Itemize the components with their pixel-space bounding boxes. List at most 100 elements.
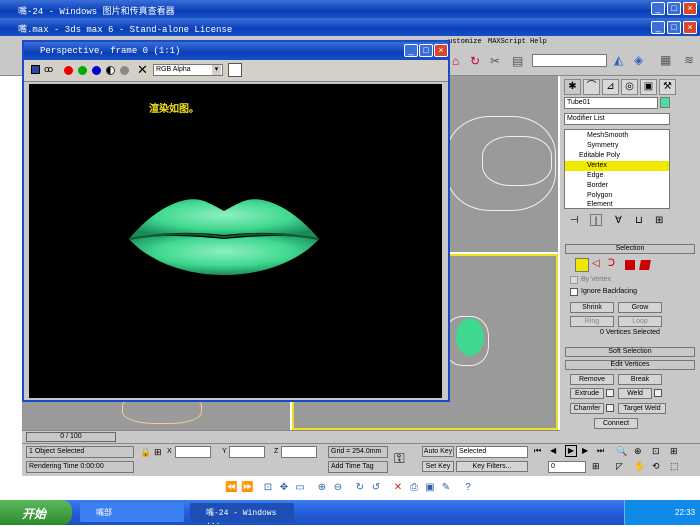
maximize-viewport-icon[interactable]: ⬚: [670, 461, 679, 472]
ignore-backfacing-checkbox[interactable]: [570, 288, 578, 296]
connect-button[interactable]: Connect: [594, 418, 638, 429]
minimize-button[interactable]: _: [651, 2, 665, 15]
stack-item-editable-poly[interactable]: Editable Poly: [579, 152, 620, 159]
chevron-down-icon[interactable]: ▾: [212, 65, 221, 75]
border-mode-icon[interactable]: Ↄ: [608, 258, 615, 269]
red-channel-icon[interactable]: [64, 66, 73, 75]
go-to-end-icon[interactable]: ⏭: [597, 446, 604, 456]
mono-icon[interactable]: [120, 66, 129, 75]
previous-frame-icon[interactable]: ◀: [550, 446, 556, 455]
layer-icon[interactable]: ▦: [660, 53, 674, 67]
task-image-viewer[interactable]: 嘴-24 - Windows ...: [190, 503, 294, 527]
rotate-ccw-icon[interactable]: ↺: [370, 482, 382, 494]
chamfer-settings-icon[interactable]: [606, 404, 614, 412]
orbit-icon[interactable]: ⟲: [652, 461, 660, 472]
object-color-swatch[interactable]: [660, 97, 670, 108]
target-weld-button[interactable]: Target Weld: [618, 403, 666, 414]
show-end-result-icon[interactable]: |: [590, 214, 602, 226]
y-coord-field[interactable]: [229, 446, 265, 458]
loop-button[interactable]: Loop: [618, 316, 662, 327]
link-icon[interactable]: ⌂: [452, 54, 466, 68]
previous-image-icon[interactable]: ⏪: [225, 482, 237, 494]
align-icon[interactable]: ◈: [634, 53, 648, 67]
selection-set-dropdown[interactable]: [532, 54, 607, 67]
edit-icon[interactable]: ✎: [440, 482, 452, 494]
current-frame-field[interactable]: 0: [548, 461, 586, 473]
color-swatch[interactable]: [228, 63, 242, 77]
render-close-button[interactable]: ×: [434, 44, 448, 57]
next-image-icon[interactable]: ⏩: [241, 482, 253, 494]
stack-item-element[interactable]: Element: [587, 201, 613, 208]
z-coord-field[interactable]: [281, 446, 317, 458]
bind-icon[interactable]: ↻: [470, 54, 484, 68]
zoom-extents-icon[interactable]: ⊡: [652, 446, 660, 457]
zoom-extents-all-icon[interactable]: ⊞: [670, 446, 678, 457]
remove-button[interactable]: Remove: [570, 374, 614, 385]
max-close-button[interactable]: ×: [683, 21, 697, 34]
selection-rollout-header[interactable]: Selection: [565, 244, 695, 254]
best-fit-icon[interactable]: ⊡: [262, 482, 274, 494]
zoom-in-icon[interactable]: ⊕: [316, 482, 328, 494]
zoom-out-icon[interactable]: ⊖: [332, 482, 344, 494]
absolute-mode-icon[interactable]: ⊞: [154, 447, 162, 458]
clear-icon[interactable]: ✕: [137, 62, 148, 78]
soft-selection-rollout-header[interactable]: Soft Selection: [565, 347, 695, 357]
weld-button[interactable]: Weld: [618, 388, 652, 399]
stack-item-border[interactable]: Border: [587, 182, 608, 189]
utilities-tab-icon[interactable]: ⚒: [659, 79, 676, 95]
pan-icon[interactable]: ✋: [634, 461, 645, 472]
blue-channel-icon[interactable]: [92, 66, 101, 75]
extrude-settings-icon[interactable]: [606, 389, 614, 397]
print-icon[interactable]: ⎙: [408, 482, 420, 494]
task-folder[interactable]: 嘴部: [80, 503, 184, 522]
key-icon[interactable]: ⚿: [394, 450, 405, 467]
by-vertex-checkbox[interactable]: [570, 276, 578, 284]
weld-settings-icon[interactable]: [654, 389, 662, 397]
slideshow-icon[interactable]: ▭: [294, 482, 306, 494]
remove-modifier-icon[interactable]: ⊔: [635, 215, 643, 226]
start-button[interactable]: 开始: [0, 500, 72, 525]
polygon-mode-icon[interactable]: [625, 260, 635, 270]
save-icon[interactable]: ▣: [424, 482, 436, 494]
stack-item-polygon[interactable]: Polygon: [587, 192, 612, 199]
help-icon[interactable]: ?: [462, 482, 474, 494]
max-maximize-button[interactable]: □: [667, 21, 681, 34]
curve-editor-icon[interactable]: ≋: [684, 53, 698, 67]
break-button[interactable]: Break: [618, 374, 662, 385]
stack-item-symmetry[interactable]: Symmetry: [587, 142, 619, 149]
select-icon[interactable]: ▤: [512, 54, 526, 68]
x-coord-field[interactable]: [175, 446, 211, 458]
edit-vertices-rollout-header[interactable]: Edit Vertices: [565, 360, 695, 370]
rotate-cw-icon[interactable]: ↻: [354, 482, 366, 494]
stack-item-edge[interactable]: Edge: [587, 172, 603, 179]
render-maximize-button[interactable]: □: [419, 44, 433, 57]
vertex-mode-icon[interactable]: [575, 258, 589, 272]
filter-icon[interactable]: ✂: [490, 54, 504, 68]
set-key-button[interactable]: Set Key: [422, 461, 454, 472]
grow-button[interactable]: Grow: [618, 302, 662, 313]
element-mode-icon[interactable]: [639, 260, 651, 270]
edge-mode-icon[interactable]: ◁: [592, 258, 600, 269]
save-bitmap-icon[interactable]: [31, 65, 40, 74]
pin-stack-icon[interactable]: ⊣: [570, 215, 579, 226]
fov-icon[interactable]: ◸: [616, 461, 623, 472]
delete-icon[interactable]: ✕: [392, 482, 404, 494]
menu-help[interactable]: Help: [530, 38, 547, 46]
zoom-icon[interactable]: 🔍: [616, 446, 627, 457]
actual-size-icon[interactable]: ✥: [278, 482, 290, 494]
time-slider-thumb[interactable]: 0 / 100: [26, 432, 116, 442]
green-channel-icon[interactable]: [78, 66, 87, 75]
object-name-field[interactable]: Tube01: [564, 97, 658, 109]
time-slider[interactable]: 0 / 100: [22, 430, 560, 443]
add-time-tag-field[interactable]: Add Time Tag: [328, 461, 388, 473]
auto-key-button[interactable]: Auto Key: [422, 446, 454, 457]
clone-icon[interactable]: ꝏ: [44, 64, 53, 75]
modify-tab-icon[interactable]: ⌒: [583, 79, 600, 95]
create-tab-icon[interactable]: ✱: [564, 79, 581, 95]
mirror-icon[interactable]: ◭: [614, 53, 628, 67]
max-minimize-button[interactable]: _: [651, 21, 665, 34]
alpha-channel-icon[interactable]: [106, 66, 115, 75]
stack-item-meshsmooth[interactable]: MeshSmooth: [587, 132, 628, 139]
play-icon[interactable]: ▶: [565, 445, 577, 457]
go-to-start-icon[interactable]: ⏮: [534, 446, 541, 456]
